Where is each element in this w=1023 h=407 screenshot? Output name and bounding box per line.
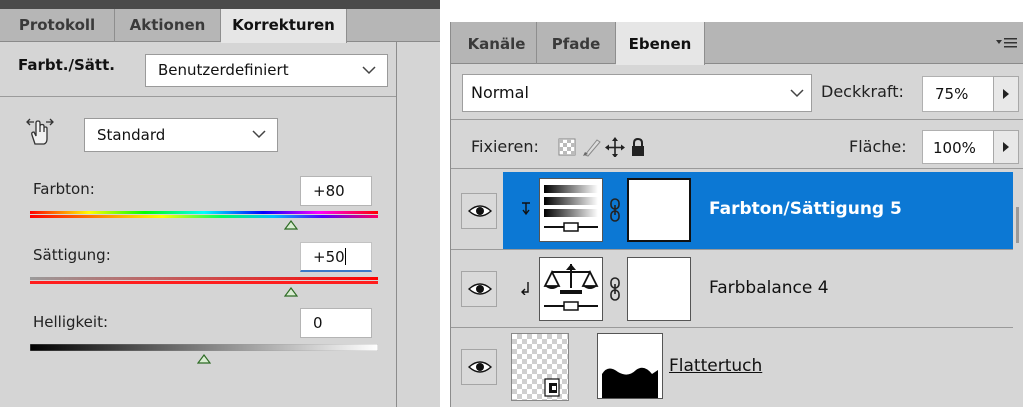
opacity-slider-button[interactable]	[993, 76, 1019, 112]
layer-name[interactable]: Farbbalance 4	[709, 278, 829, 298]
layer-row[interactable]: Farbton/Sättigung 5	[451, 172, 1013, 250]
preset-label: Farbt./Sätt.	[18, 56, 115, 74]
clipping-arrow-icon	[521, 282, 529, 295]
fill-label: Fläche:	[849, 137, 907, 156]
tab-aktionen[interactable]: Aktionen	[115, 9, 221, 42]
visibility-toggle[interactable]	[461, 349, 497, 385]
eye-icon	[468, 205, 492, 217]
smart-object-icon	[544, 378, 560, 397]
link-chain-icon	[610, 198, 620, 222]
blend-mode-value: Normal	[471, 83, 529, 102]
tab-pfade[interactable]: Pfade	[537, 22, 616, 64]
lock-image-pixels-icon	[583, 139, 601, 157]
tab-protokoll[interactable]: Protokoll	[0, 9, 115, 42]
layer-mask-thumbnail[interactable]	[627, 257, 691, 321]
left-tab-bar: Protokoll Aktionen Korrekturen	[0, 9, 440, 43]
layer-row[interactable]: Farbbalance 4	[451, 251, 1013, 328]
clipping-arrow-icon	[522, 202, 530, 216]
fill-slider-button[interactable]	[993, 130, 1019, 164]
lock-transparent-pixels-icon	[558, 138, 576, 156]
saturation-input[interactable]: +50	[300, 242, 372, 272]
separator	[0, 96, 396, 97]
panel-top-strip	[0, 0, 440, 9]
lock-all-icon	[632, 137, 644, 156]
layer-row[interactable]: Flattertuch	[451, 329, 1013, 407]
layer-thumbnail	[511, 333, 569, 401]
lightness-label: Helligkeit:	[33, 313, 109, 331]
layer-name[interactable]: Flattertuch	[669, 356, 762, 376]
preset-value: Benutzerdefiniert	[158, 61, 289, 79]
eye-icon	[468, 361, 492, 373]
layers-panel: Kanäle Pfade Ebenen Normal Deckkraft: 75…	[450, 22, 1023, 407]
chevron-down-icon	[362, 65, 376, 74]
hue-slider-thumb[interactable]	[284, 220, 298, 230]
saturation-slider-thumb[interactable]	[284, 287, 298, 297]
lock-icons-group	[558, 137, 644, 157]
saturation-value: +50	[313, 248, 345, 266]
lock-position-icon	[605, 137, 625, 157]
channel-dropdown[interactable]: Standard	[84, 118, 278, 152]
panel-border	[396, 42, 397, 407]
hue-slider-track[interactable]	[30, 211, 378, 218]
layer-mask-thumbnail[interactable]	[627, 178, 691, 242]
lightness-slider-track[interactable]	[30, 344, 378, 351]
targeted-adjustment-hand-icon[interactable]	[26, 117, 54, 147]
hue-label: Farbton:	[33, 180, 95, 198]
right-tab-bar: Kanäle Pfade Ebenen	[451, 22, 1023, 65]
adjustments-panel: Protokoll Aktionen Korrekturen Farbt./Sä…	[0, 0, 440, 407]
lightness-slider-thumb[interactable]	[197, 354, 211, 364]
tab-korrekturen[interactable]: Korrekturen	[221, 9, 347, 43]
lock-label: Fixieren:	[471, 137, 539, 156]
color-balance-adjustment-icon	[539, 257, 603, 321]
layer-content[interactable]: Farbton/Sättigung 5	[503, 172, 1013, 249]
divider	[451, 168, 1023, 169]
lightness-input[interactable]: 0	[300, 308, 372, 338]
layer-content[interactable]: Farbbalance 4	[503, 251, 1013, 327]
opacity-label: Deckkraft:	[821, 82, 904, 101]
preset-dropdown[interactable]: Benutzerdefiniert	[145, 54, 388, 87]
fill-input[interactable]: 100%	[922, 130, 994, 164]
chevron-down-icon	[790, 89, 804, 98]
chevron-down-icon	[252, 130, 266, 139]
channel-value: Standard	[97, 126, 166, 144]
hue-input[interactable]: +80	[300, 176, 372, 206]
scrollbar-thumb[interactable]	[1016, 207, 1019, 243]
tab-ebenen[interactable]: Ebenen	[616, 22, 705, 65]
visibility-toggle[interactable]	[461, 193, 497, 229]
saturation-slider-track[interactable]	[30, 277, 378, 284]
layer-name[interactable]: Farbton/Sättigung 5	[709, 199, 902, 219]
layer-content[interactable]: Flattertuch	[503, 329, 1013, 407]
divider	[451, 119, 1023, 120]
text-caret	[344, 248, 346, 265]
blend-mode-dropdown[interactable]: Normal	[462, 74, 812, 112]
visibility-toggle[interactable]	[461, 271, 497, 307]
panel-menu-icon[interactable]	[996, 36, 1018, 50]
tab-kanaele[interactable]: Kanäle	[457, 22, 537, 64]
hue-saturation-adjustment-icon	[539, 178, 603, 242]
opacity-input[interactable]: 75%	[922, 76, 994, 112]
eye-icon	[468, 283, 492, 295]
link-chain-icon	[610, 277, 620, 301]
layer-mask-thumbnail[interactable]	[597, 333, 663, 399]
saturation-label: Sättigung:	[33, 246, 111, 264]
